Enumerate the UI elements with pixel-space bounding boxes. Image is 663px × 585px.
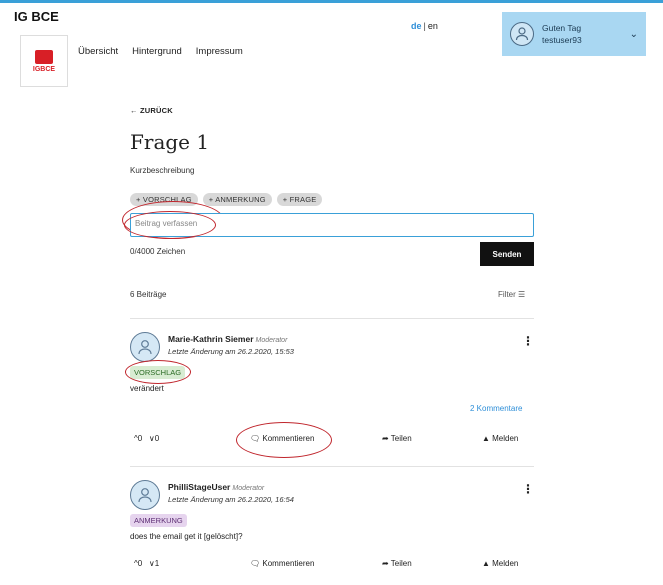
report-button[interactable]: ▲ Melden — [482, 559, 518, 568]
post-meta: Letzte Änderung am 26.2.2020, 15:53 — [168, 347, 294, 356]
divider — [130, 466, 534, 467]
divider — [130, 318, 534, 319]
vote-controls: ^0 ∨0 — [134, 434, 159, 443]
nav-item-uebersicht[interactable]: Übersicht — [78, 46, 118, 57]
share-button[interactable]: ➦ Teilen — [382, 434, 412, 443]
user-menu[interactable]: Guten Tag testuser93 ⌄ — [502, 12, 646, 56]
back-link[interactable]: ← ZURÜCK — [130, 106, 173, 115]
lang-en[interactable]: en — [428, 21, 438, 31]
send-button[interactable]: Senden — [480, 242, 534, 266]
filter-button[interactable]: Filter ☰ — [498, 290, 525, 299]
report-button[interactable]: ▲ Melden — [482, 434, 518, 443]
chevron-down-icon[interactable]: ⌄ — [630, 29, 638, 40]
nav-item-impressum[interactable]: Impressum — [196, 46, 243, 57]
post-actions: ^0 ∨0 🗨 Kommentieren ➦ Teilen ▲ Melden — [130, 422, 534, 458]
brand-text: IG BCE — [14, 9, 59, 24]
author-avatar-icon — [130, 332, 160, 362]
share-button[interactable]: ➦ Teilen — [382, 559, 412, 568]
upvote-button[interactable]: ^0 — [134, 559, 142, 568]
author-role: Moderator — [255, 337, 288, 344]
upvote-button[interactable]: ^0 — [134, 434, 142, 443]
user-avatar-icon — [510, 22, 534, 46]
downvote-button[interactable]: ∨1 — [149, 559, 159, 568]
post-body: verändert — [130, 384, 164, 393]
page-title: Frage 1 — [130, 130, 210, 154]
page-subtitle: Kurzbeschreibung — [130, 166, 195, 175]
logo-mark — [35, 49, 53, 64]
user-greeting: Guten Tag — [542, 23, 582, 33]
language-switch: de | en — [411, 21, 438, 31]
post-body: does the email get it [gelöscht]? — [130, 532, 243, 541]
post-count: 6 Beiträge — [130, 290, 167, 299]
logo[interactable]: IGBCE — [20, 35, 68, 87]
post-actions: ^0 ∨1 🗨 Kommentieren ➦ Teilen ▲ Melden — [130, 557, 534, 573]
tag-anmerkung-button[interactable]: + ANMERKUNG — [202, 193, 272, 206]
post-meta: Letzte Änderung am 26.2.2020, 16:54 — [168, 495, 294, 504]
person-icon — [515, 27, 529, 41]
post-author: PhilliStageUser Moderator — [168, 482, 264, 492]
more-options-icon[interactable]: ⋮ — [522, 482, 534, 496]
main-nav: Übersicht Hintergrund Impressum — [78, 46, 243, 57]
top-accent-line — [0, 0, 663, 3]
lang-de[interactable]: de — [411, 21, 422, 31]
annotation-circle-comment — [236, 422, 332, 458]
author-avatar-icon — [130, 480, 160, 510]
post-type-badge: ANMERKUNG — [130, 514, 187, 527]
author-role: Moderator — [232, 485, 265, 492]
post-item: Marie-Kathrin Siemer Moderator Letzte Änd… — [125, 332, 534, 458]
annotation-circle-input — [124, 211, 216, 239]
user-text: Guten Tag testuser93 — [542, 22, 630, 46]
author-name: PhilliStageUser — [168, 482, 231, 492]
post-item: PhilliStageUser Moderator Letzte Änderung… — [130, 480, 534, 585]
tag-frage-button[interactable]: + FRAGE — [276, 193, 323, 206]
lang-separator: | — [423, 21, 426, 31]
downvote-button[interactable]: ∨0 — [149, 434, 159, 443]
comment-button[interactable]: 🗨 Kommentieren — [250, 559, 314, 568]
nav-item-hintergrund[interactable]: Hintergrund — [132, 46, 182, 57]
character-counter: 0/4000 Zeichen — [130, 247, 186, 256]
person-icon — [138, 488, 152, 503]
person-icon — [138, 340, 152, 355]
post-author: Marie-Kathrin Siemer Moderator — [168, 334, 287, 344]
annotation-circle-badge — [125, 360, 191, 384]
user-name: testuser93 — [542, 35, 582, 45]
vote-controls: ^0 ∨1 — [134, 559, 159, 568]
logo-text: IGBCE — [32, 65, 56, 73]
more-options-icon[interactable]: ⋮ — [522, 334, 534, 348]
author-name: Marie-Kathrin Siemer — [168, 334, 254, 344]
comments-count-link[interactable]: 2 Kommentare — [470, 404, 522, 413]
